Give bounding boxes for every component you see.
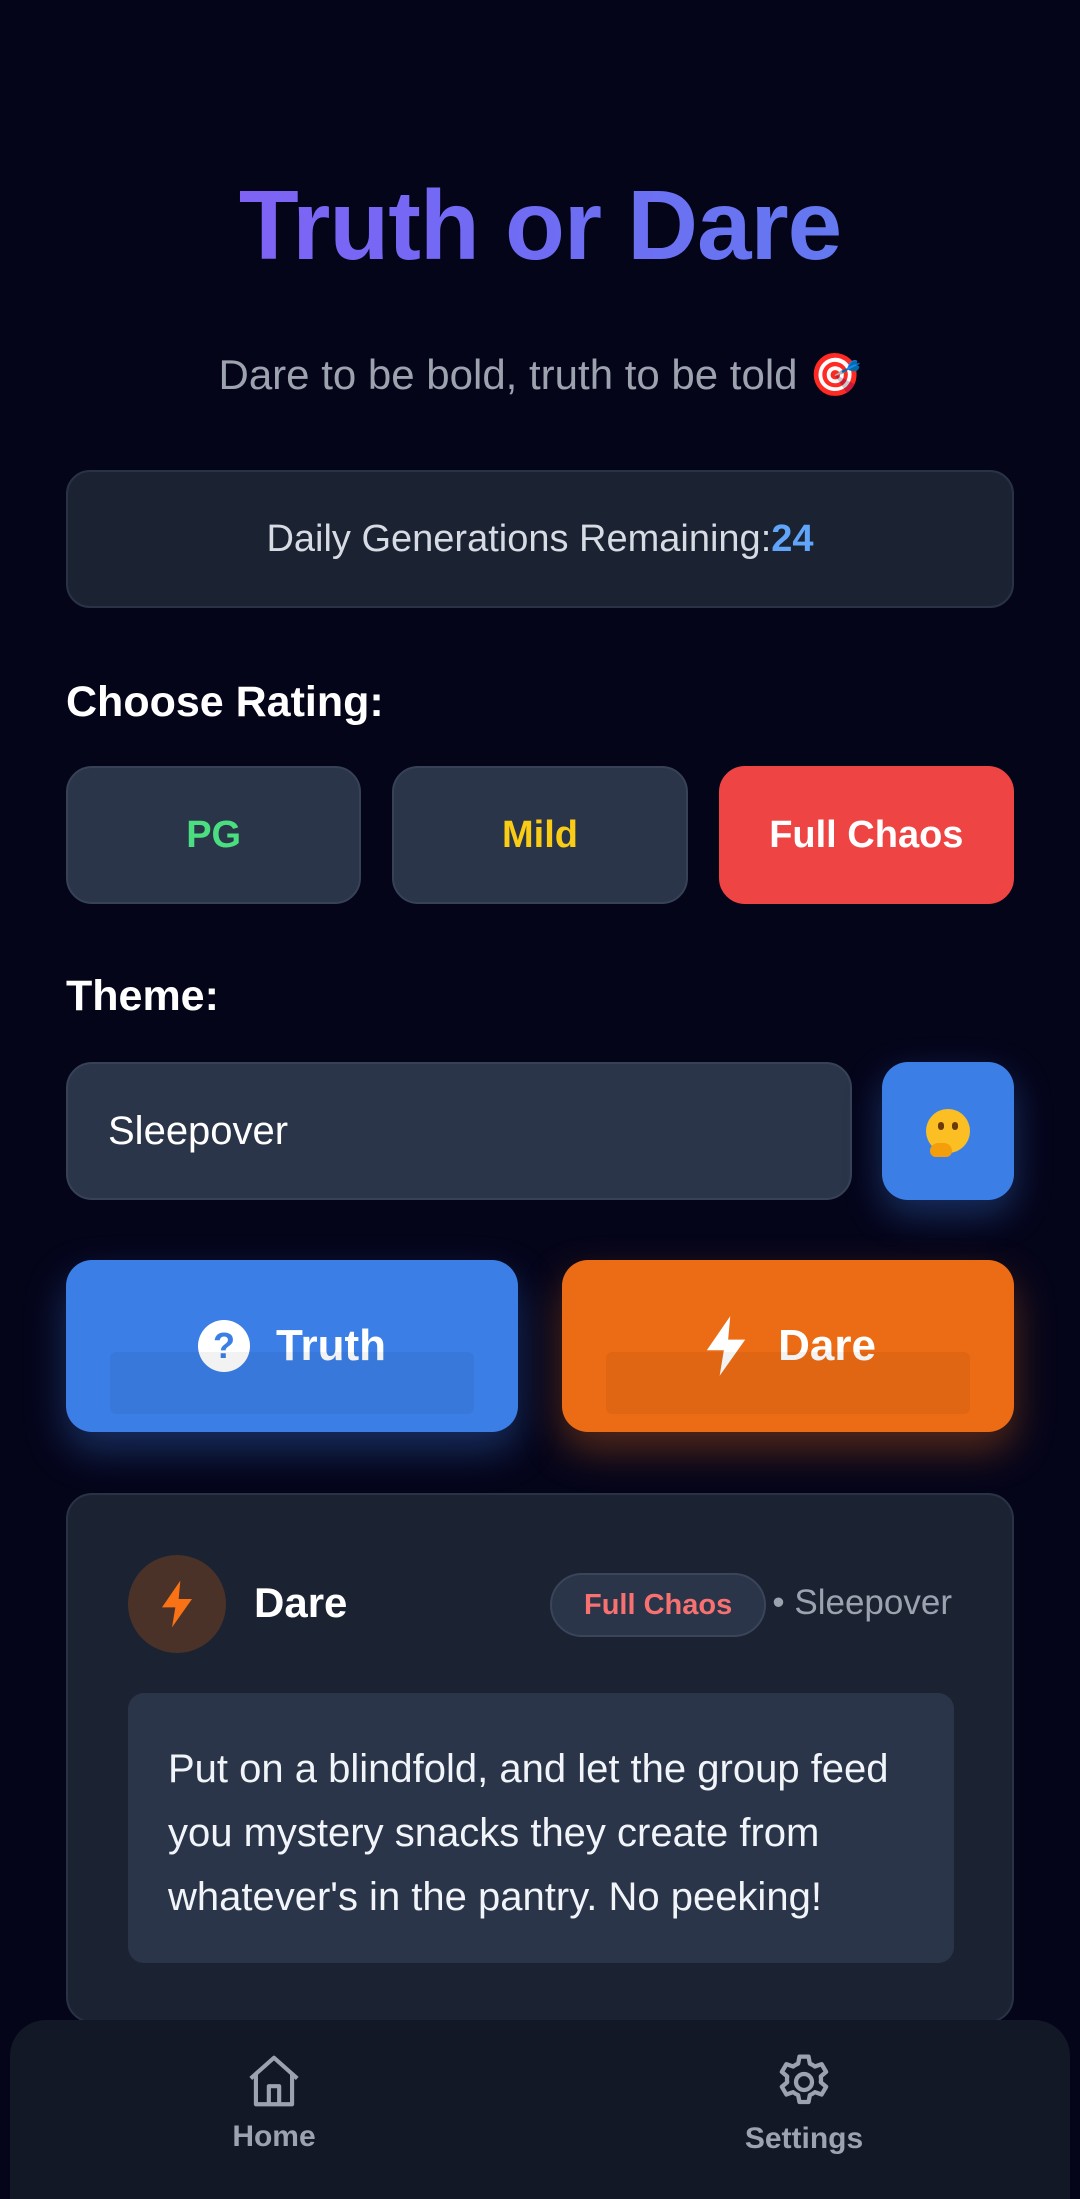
result-type-avatar <box>128 1555 226 1653</box>
nav-settings[interactable]: Settings <box>704 2050 904 2156</box>
generations-count: 24 <box>771 517 814 560</box>
rating-mild-button[interactable]: Mild <box>392 766 688 904</box>
result-card: Dare Full Chaos • Sleepover Put on a bli… <box>66 1493 1014 2023</box>
theme-input[interactable]: Sleepover <box>66 1062 852 1200</box>
home-icon <box>249 2055 299 2107</box>
target-emoji-icon: 🎯 <box>809 350 862 399</box>
result-prompt-text: Put on a blindfold, and let the group fe… <box>128 1693 954 1963</box>
subtitle-text: Dare to be bold, truth to be told <box>218 351 798 398</box>
result-theme-text: • Sleepover <box>772 1583 952 1622</box>
nav-settings-label: Settings <box>744 2122 864 2155</box>
random-theme-button[interactable] <box>882 1062 1014 1200</box>
nav-home-label: Home <box>232 2120 316 2153</box>
dare-button[interactable]: Dare <box>562 1260 1014 1432</box>
thinking-face-icon <box>926 1109 970 1157</box>
lightning-icon <box>162 1580 192 1628</box>
app-screen: Truth or Dare Dare to be bold, truth to … <box>0 0 1080 2199</box>
rating-pg-button[interactable]: PG <box>66 766 362 904</box>
rating-section-label: Choose Rating: <box>66 678 384 726</box>
rating-full-chaos-button[interactable]: Full Chaos <box>718 766 1014 904</box>
rating-selector: PG Mild Full Chaos <box>66 766 1014 904</box>
daily-generations-box: Daily Generations Remaining: 24 <box>66 470 1014 608</box>
page-title: Truth or Dare <box>0 165 1080 285</box>
result-rating-badge: Full Chaos <box>550 1573 767 1637</box>
page-subtitle: Dare to be bold, truth to be told 🎯 <box>0 345 1080 405</box>
result-type-label: Dare <box>254 1579 348 1626</box>
bottom-navigation: Home Settings <box>10 2020 1070 2199</box>
nav-home[interactable]: Home <box>174 2050 374 2154</box>
theme-section-label: Theme: <box>66 972 219 1020</box>
gear-icon <box>779 2054 829 2105</box>
truth-button[interactable]: ? Truth <box>66 1260 518 1432</box>
generations-label: Daily Generations Remaining: <box>266 517 772 560</box>
